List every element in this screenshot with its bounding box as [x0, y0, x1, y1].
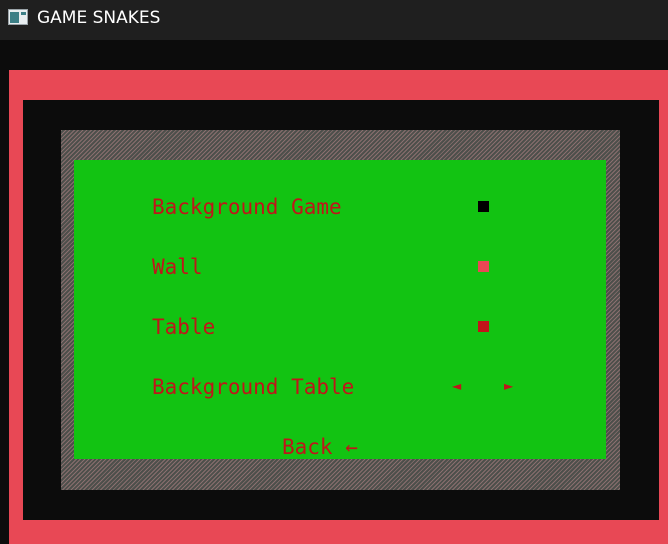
settings-menu-panel: Background Game Wall Table Background Ta… — [74, 160, 606, 459]
back-button[interactable]: Back ← — [282, 435, 358, 459]
menu-item-wall[interactable]: Wall — [152, 255, 203, 279]
menu-item-background-game[interactable]: Background Game — [152, 195, 342, 219]
left-arrow-icon[interactable]: ◄ — [452, 380, 461, 392]
right-arrow-icon[interactable]: ► — [504, 380, 513, 392]
title-bar: GAME SNAKES — [0, 0, 668, 40]
app-icon — [8, 9, 28, 25]
wall-color-swatch[interactable] — [478, 261, 489, 272]
window-title: GAME SNAKES — [37, 8, 161, 28]
background-game-color-swatch[interactable] — [478, 201, 489, 212]
game-client-area: Background Game Wall Table Background Ta… — [0, 40, 668, 544]
table-color-swatch[interactable] — [478, 321, 489, 332]
menu-item-table[interactable]: Table — [152, 315, 215, 339]
menu-item-background-table[interactable]: Background Table — [152, 375, 354, 399]
